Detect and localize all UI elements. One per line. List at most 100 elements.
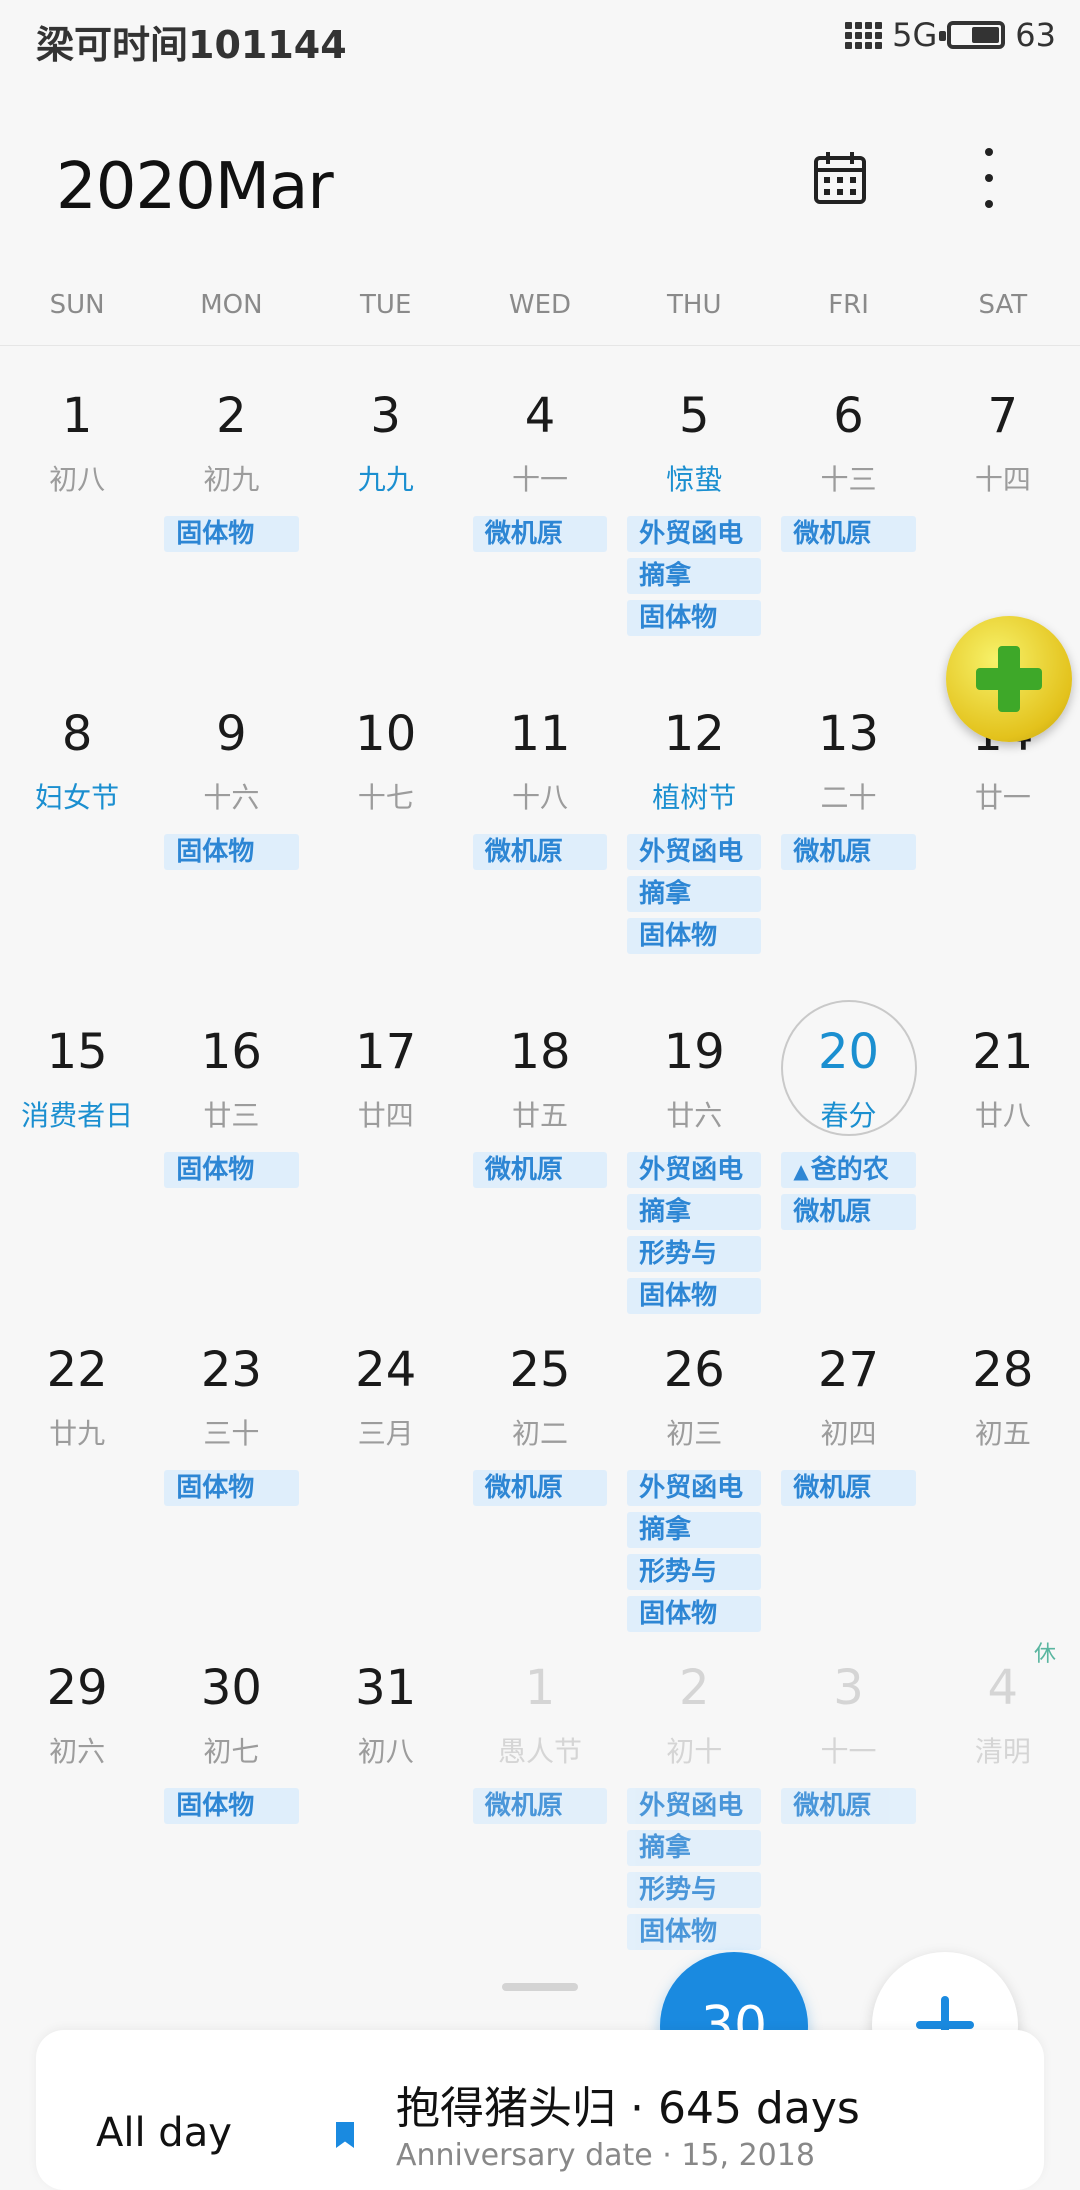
day-cell[interactable]: 1 愚人节 微机原 [463, 1660, 617, 1978]
event-chip[interactable]: 微机原 [472, 1788, 608, 1824]
day-cell[interactable]: 15 消费者日 [0, 1024, 154, 1342]
day-cell[interactable]: 5 惊蛰 外贸函电 摘拿 固体物 [617, 388, 771, 706]
event-list: 微机原 [781, 1470, 916, 1512]
event-chip[interactable]: 外贸函电 [627, 516, 762, 552]
event-label: 摘拿 [639, 1197, 692, 1227]
day-cell[interactable]: 27 初四 微机原 [771, 1342, 925, 1660]
event-chip[interactable]: 固体物 [627, 918, 762, 954]
event-chip[interactable]: 摘拿 [627, 1512, 762, 1548]
day-cell[interactable]: 26 初三 外贸函电 摘拿 形势与 固体物 [617, 1342, 771, 1660]
day-cell[interactable]: 24 三月 [309, 1342, 463, 1660]
event-chip[interactable]: 微机原 [781, 1194, 916, 1230]
day-cell[interactable]: 30 初七 固体物 [154, 1660, 308, 1978]
event-chip[interactable]: 微机原 [781, 516, 916, 552]
event-chip[interactable]: ▲爸的农 [781, 1152, 916, 1188]
day-cell[interactable]: 14廿一 [926, 706, 1080, 1024]
event-chip[interactable]: 微机原 [781, 834, 916, 870]
event-chip[interactable]: 形势与 [627, 1872, 762, 1908]
day-cell[interactable]: 2 初九 固体物 [154, 388, 308, 706]
event-list: ▲爸的农微机原 [781, 1152, 916, 1236]
day-number: 8 [61, 706, 93, 762]
day-cell[interactable]: 23 三十 固体物 [154, 1342, 308, 1660]
event-chip[interactable]: 微机原 [472, 1470, 608, 1506]
day-number: 19 [663, 1024, 725, 1080]
event-chip[interactable]: 微机原 [472, 834, 608, 870]
lunar-date: 廿三 [203, 1099, 260, 1132]
event-chip[interactable]: 固体物 [164, 1470, 299, 1506]
event-chip[interactable]: 固体物 [164, 516, 299, 552]
day-cell[interactable]: 3 十一 微机原 [771, 1660, 925, 1978]
lunar-date: 廿八 [974, 1099, 1031, 1132]
more-vertical-icon[interactable] [974, 148, 1004, 208]
divider [0, 345, 1080, 346]
event-chip[interactable]: 摘拿 [627, 876, 762, 912]
calendar-icon[interactable] [812, 150, 868, 206]
lunar-date: 初六 [49, 1735, 106, 1768]
drag-handle[interactable] [502, 1983, 578, 1991]
day-cell[interactable]: 4 清明 休 [926, 1642, 1080, 1978]
day-cell[interactable]: 29 初六 [0, 1660, 154, 1978]
event-chip[interactable]: 形势与 [627, 1236, 762, 1272]
day-cell[interactable]: 18 廿五 微机原 [463, 1024, 617, 1342]
day-cell[interactable]: 22 廿九 [0, 1342, 154, 1660]
day-cell[interactable]: 10 十七 [309, 706, 463, 1024]
day-number: 7 [987, 388, 1019, 444]
day-number: 22 [46, 1342, 108, 1398]
event-label: 固体物 [176, 837, 255, 867]
bottom-sheet[interactable]: All day 抱得猪头归 · 645 days Anniversary dat… [36, 2030, 1044, 2190]
event-list: 固体物 [164, 516, 299, 558]
event-chip[interactable]: 摘拿 [627, 558, 762, 594]
event-chip[interactable]: 固体物 [627, 1914, 762, 1950]
day-number: 13 [818, 706, 880, 762]
lunar-date: 十三 [820, 463, 877, 496]
event-chip[interactable]: 微机原 [781, 1788, 916, 1824]
event-label: 外贸函电 [639, 519, 744, 549]
day-number: 6 [833, 388, 864, 444]
month-title[interactable]: 2020Mar [56, 150, 334, 224]
day-cell[interactable]: 20 春分 ▲爸的农 微机原 [771, 1000, 925, 1342]
event-chip[interactable]: 固体物 [164, 834, 299, 870]
day-cell[interactable]: 12 植树节 外贸函电 摘拿 固体物 [617, 706, 771, 1024]
event-chip[interactable]: 外贸函电 [627, 1152, 762, 1188]
all-day-label: All day [96, 2110, 232, 2156]
day-cell[interactable]: 16 廿三 固体物 [154, 1024, 308, 1342]
event-title[interactable]: 抱得猪头归 · 645 days [396, 2072, 860, 2136]
event-chip[interactable]: 固体物 [627, 600, 762, 636]
day-cell[interactable]: 6 十三微机原 [771, 388, 925, 706]
day-cell[interactable]: 21 廿八 [926, 1024, 1080, 1342]
event-label: 形势与 [639, 1557, 718, 1587]
day-cell[interactable]: 13 二十 微机原 [771, 706, 925, 1024]
battery-text: 63 [1015, 16, 1056, 54]
plus-ball-icon[interactable] [946, 616, 1072, 742]
day-cell[interactable]: 19 廿六 外贸函电 摘拿 形势与 固体物 [617, 1024, 771, 1342]
event-chip[interactable]: 形势与 [627, 1554, 762, 1590]
lunar-date: 初三 [666, 1417, 723, 1450]
day-cell[interactable]: 9 十六 固体物 [154, 706, 308, 1024]
day-cell[interactable]: 4 十一 微机原 [463, 388, 617, 706]
event-chip[interactable]: 外贸函电 [627, 1788, 762, 1824]
event-chip[interactable]: 外贸函电 [627, 1470, 762, 1506]
day-number: 11 [509, 706, 571, 762]
day-cell[interactable]: 8 妇女节 [0, 706, 154, 1024]
day-cell[interactable]: 3 九九 [309, 388, 463, 706]
event-chip[interactable]: 固体物 [627, 1278, 762, 1314]
event-chip[interactable]: 外贸函电 [627, 834, 762, 870]
day-cell[interactable]: 25 初二 微机原 [463, 1342, 617, 1660]
event-chip[interactable]: 摘拿 [627, 1830, 762, 1866]
day-number: 20 [818, 1024, 880, 1080]
day-cell[interactable]: 28 初五 [926, 1342, 1080, 1660]
event-chip[interactable]: 微机原 [472, 1152, 608, 1188]
event-chip[interactable]: 固体物 [627, 1596, 762, 1632]
event-chip[interactable]: 摘拿 [627, 1194, 762, 1230]
day-cell[interactable]: 1 初八 [0, 388, 154, 706]
event-chip[interactable]: 微机原 [781, 1470, 916, 1506]
event-chip[interactable]: 固体物 [164, 1788, 299, 1824]
day-cell[interactable]: 31 初八 [309, 1660, 463, 1978]
day-cell[interactable]: 17 廿四 [309, 1024, 463, 1342]
event-chip[interactable]: 固体物 [164, 1152, 299, 1188]
event-chip[interactable]: 微机原 [472, 516, 608, 552]
lunar-date: 廿四 [357, 1099, 414, 1132]
day-cell[interactable]: 2 初十 外贸函电 摘拿 形势与 固体物 [617, 1660, 771, 1978]
event-list: 外贸函电 摘拿 固体物 [627, 834, 762, 960]
day-cell[interactable]: 11 十八 微机原 [463, 706, 617, 1024]
